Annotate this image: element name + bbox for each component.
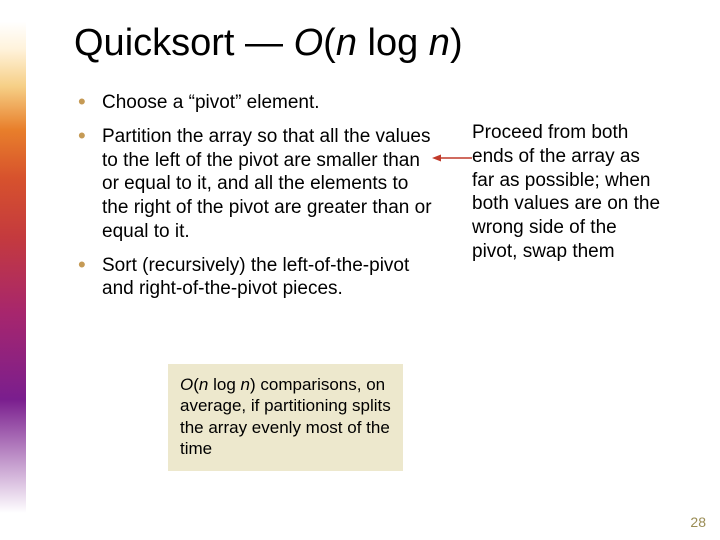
box-mid: log [208, 375, 240, 394]
side-annotation: Proceed from both ends of the array as f… [472, 121, 667, 264]
page-number-text: 28 [690, 514, 706, 530]
box-n1: n [199, 375, 208, 394]
box-n2: n [241, 375, 250, 394]
title-text-plain: Quicksort — [74, 22, 294, 64]
title-paren-close: ) [450, 22, 463, 64]
callout-box: O(n log n) comparisons, on average, if p… [168, 364, 403, 471]
content-area: Choose a “pivot” element. Partition the … [74, 91, 674, 301]
title-mid: log [357, 22, 429, 64]
list-item: Partition the array so that all the valu… [74, 125, 434, 244]
title-paren-open: ( [323, 22, 336, 64]
bullet-text: Sort (recursively) the left-of-the-pivot… [102, 255, 409, 300]
title-n2: n [429, 22, 450, 64]
box-bigO: O [180, 375, 193, 394]
page-title: Quicksort — O(n log n) [74, 22, 674, 65]
arrow-left-icon [432, 153, 472, 163]
title-n1: n [336, 22, 357, 64]
list-item: Choose a “pivot” element. [74, 91, 434, 115]
side-annotation-text: Proceed from both ends of the array as f… [472, 122, 660, 262]
page-number: 28 [690, 514, 706, 530]
title-bigO: O [294, 22, 324, 64]
list-item: Sort (recursively) the left-of-the-pivot… [74, 254, 434, 302]
slide: Quicksort — O(n log n) Choose a “pivot” … [0, 0, 720, 540]
bullet-list: Choose a “pivot” element. Partition the … [74, 91, 434, 301]
bullet-text: Partition the array so that all the valu… [102, 126, 432, 242]
bullet-text: Choose a “pivot” element. [102, 92, 320, 113]
